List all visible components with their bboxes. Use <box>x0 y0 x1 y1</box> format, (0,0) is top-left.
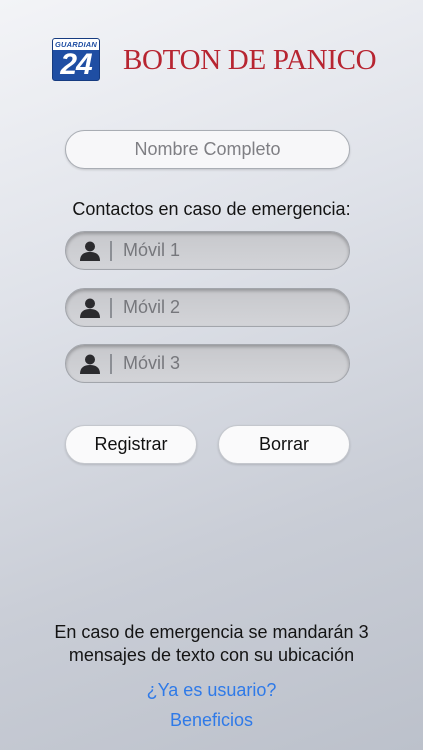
app-title: BOTON DE PANICO <box>123 44 377 76</box>
full-name-input[interactable] <box>65 130 350 169</box>
app-header: GUARDIAN 24 BOTON DE PANICO <box>52 38 382 82</box>
field-divider <box>110 241 112 261</box>
mobile-1-input[interactable] <box>123 232 338 269</box>
note-line-2: mensajes de texto con su ubicación <box>68 645 355 665</box>
person-icon <box>80 354 100 374</box>
benefits-link[interactable]: Beneficios <box>0 709 423 731</box>
field-divider <box>110 354 112 374</box>
mobile-2-field[interactable] <box>65 288 350 327</box>
person-icon <box>80 298 100 318</box>
guardian24-logo: GUARDIAN 24 <box>52 38 100 81</box>
note-line-1: En caso de emergencia se mandarán 3 <box>54 622 369 642</box>
emergency-contacts-label: Contactos en caso de emergencia: <box>72 199 351 219</box>
emergency-info-note: En caso de emergencia se mandarán 3 mens… <box>0 621 423 667</box>
mobile-2-input[interactable] <box>123 289 338 326</box>
mobile-3-field[interactable] <box>65 344 350 383</box>
mobile-1-field[interactable] <box>65 231 350 270</box>
already-user-link[interactable]: ¿Ya es usuario? <box>0 679 423 701</box>
mobile-3-input[interactable] <box>123 345 338 382</box>
person-icon <box>80 241 100 261</box>
clear-button[interactable]: Borrar <box>218 425 350 464</box>
field-divider <box>110 298 112 318</box>
register-button[interactable]: Registrar <box>65 425 197 464</box>
logo-number: 24 <box>60 48 92 81</box>
